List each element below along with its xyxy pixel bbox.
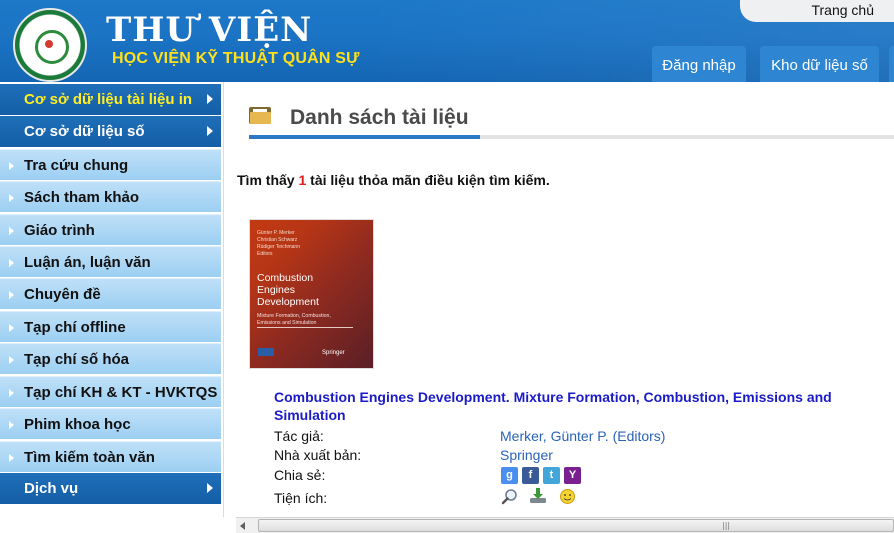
smiley-icon[interactable] bbox=[559, 488, 576, 505]
sidebar-item-tap-chi-so-hoa[interactable]: Tạp chí số hóa bbox=[0, 343, 221, 374]
sidebar-bottom-space bbox=[0, 517, 235, 533]
book-cover-image[interactable]: Günter P. Merker Christian Schwarz Rüdig… bbox=[249, 219, 374, 369]
cover-rule bbox=[257, 327, 353, 328]
sidebar-nav: Cơ sở dữ liệu tài liệu in Cơ sở dữ liệu s… bbox=[0, 82, 221, 533]
sidebar-item-label: Cơ sở dữ liệu số bbox=[24, 123, 145, 140]
sidebar-item-label: Cơ sở dữ liệu tài liệu in bbox=[24, 91, 193, 108]
scrollbar-grip-icon: ||| bbox=[722, 521, 731, 530]
bullet-arrow-icon bbox=[9, 421, 14, 429]
search-result-summary: Tìm thấy 1 tài liệu thỏa mãn điều kiện t… bbox=[237, 172, 550, 188]
academy-logo[interactable] bbox=[13, 8, 87, 82]
sidebar-item-label: Chuyên đề bbox=[24, 286, 101, 303]
sidebar-item-giao-trinh[interactable]: Giáo trình bbox=[0, 214, 221, 245]
folder-icon bbox=[249, 107, 271, 124]
bullet-arrow-icon bbox=[9, 162, 14, 170]
chevron-right-icon bbox=[207, 94, 213, 104]
sidebar-item-tra-cuu-chung[interactable]: Tra cứu chung bbox=[0, 149, 221, 180]
publisher-label: Nhà xuất bản: bbox=[274, 447, 362, 463]
sidebar-item-phim-khoa-hoc[interactable]: Phim khoa học bbox=[0, 408, 221, 439]
zoom-icon[interactable] bbox=[501, 488, 519, 506]
sidebar-item-tap-chi-kh-kt-hvktqs[interactable]: Tạp chí KH & KT - HVKTQS bbox=[0, 376, 221, 407]
chevron-right-icon bbox=[207, 126, 213, 136]
bullet-arrow-icon bbox=[9, 259, 14, 267]
library-title: THƯ VIỆN bbox=[106, 10, 313, 50]
chevron-right-icon bbox=[207, 483, 213, 493]
academy-name: HỌC VIỆN KỸ THUẬT QUÂN SỰ bbox=[112, 50, 360, 67]
sidebar-item-chuyen-de[interactable]: Chuyên đề bbox=[0, 278, 221, 309]
logo-emblem-icon bbox=[35, 30, 69, 64]
login-button[interactable]: Đăng nhập bbox=[652, 46, 746, 82]
logo-dot-icon bbox=[45, 40, 53, 48]
sidebar-item-tim-kiem-toan-van[interactable]: Tìm kiếm toàn văn bbox=[0, 441, 221, 472]
home-link[interactable]: Trang chủ bbox=[740, 0, 894, 22]
bullet-arrow-icon bbox=[9, 291, 14, 299]
bullet-arrow-icon bbox=[9, 389, 14, 397]
section-divider-accent bbox=[249, 135, 480, 139]
cover-subtitle: Mixture Formation, Combustion, Emissions… bbox=[257, 313, 331, 326]
main-content: Danh sách tài liệu Tìm thấy 1 tài liệu t… bbox=[233, 82, 894, 517]
sidebar-item-label: Tra cứu chung bbox=[24, 157, 129, 174]
scroll-left-arrow-icon[interactable] bbox=[240, 522, 245, 530]
bullet-arrow-icon bbox=[9, 454, 14, 462]
sidebar-item-label: Tìm kiếm toàn văn bbox=[24, 449, 155, 466]
author-link[interactable]: Merker, Günter P. (Editors) bbox=[500, 428, 665, 444]
sidebar-item-label: Phim khoa học bbox=[24, 416, 131, 433]
sidebar-item-tap-chi-offline[interactable]: Tạp chí offline bbox=[0, 311, 221, 342]
cover-series-logo-icon bbox=[258, 348, 274, 356]
sidebar-item-label: Sách tham khảo bbox=[24, 189, 140, 206]
sidebar-item-label: Tạp chí offline bbox=[24, 319, 126, 336]
sidebar-item-sach-tham-khao[interactable]: Sách tham khảo bbox=[0, 181, 221, 212]
digital-repository-button[interactable]: Kho dữ liệu số bbox=[760, 46, 879, 82]
bullet-arrow-icon bbox=[9, 227, 14, 235]
result-suffix: tài liệu thỏa mãn điều kiện tìm kiếm. bbox=[306, 172, 550, 188]
page-root: THƯ VIỆN HỌC VIỆN KỸ THUẬT QUÂN SỰ Trang… bbox=[0, 0, 894, 533]
sidebar-item-label: Dịch vụ bbox=[24, 480, 79, 497]
scrollbar-thumb[interactable] bbox=[258, 519, 894, 532]
cover-authors: Günter P. Merker Christian Schwarz Rüdig… bbox=[257, 230, 300, 257]
author-label: Tác giả: bbox=[274, 428, 324, 444]
sidebar-divider bbox=[221, 82, 233, 533]
sidebar-item-label: Giáo trình bbox=[24, 222, 95, 239]
sidebar-item-label: Tạp chí KH & KT - HVKTQS bbox=[24, 384, 218, 401]
publisher-link[interactable]: Springer bbox=[500, 447, 553, 463]
yahoo-share-icon[interactable]: Y bbox=[564, 467, 581, 484]
section-title: Danh sách tài liệu bbox=[290, 106, 469, 129]
sidebar-item-dich-vu[interactable]: Dịch vụ bbox=[0, 473, 221, 504]
sidebar-item-co-so-du-lieu-so[interactable]: Cơ sở dữ liệu số bbox=[0, 116, 221, 147]
facebook-share-icon[interactable]: f bbox=[522, 467, 539, 484]
cover-publisher-logo: Springer bbox=[322, 350, 345, 356]
sidebar-item-label: Tạp chí số hóa bbox=[24, 351, 130, 368]
horizontal-scrollbar[interactable]: ||| bbox=[236, 517, 894, 533]
sidebar-item-label: Luận án, luận văn bbox=[24, 254, 151, 271]
google-share-icon[interactable]: g bbox=[501, 467, 518, 484]
sidebar-item-luan-an-luan-van[interactable]: Luận án, luận văn bbox=[0, 246, 221, 277]
share-label: Chia sẻ: bbox=[274, 467, 326, 483]
download-icon[interactable] bbox=[529, 487, 547, 505]
site-header: THƯ VIỆN HỌC VIỆN KỸ THUẬT QUÂN SỰ Trang… bbox=[0, 0, 894, 82]
home-link-label: Trang chủ bbox=[811, 2, 874, 18]
bullet-arrow-icon bbox=[9, 194, 14, 202]
twitter-share-icon[interactable]: t bbox=[543, 467, 560, 484]
sidebar-item-co-so-du-lieu-tai-lieu-in[interactable]: Cơ sở dữ liệu tài liệu in bbox=[0, 84, 221, 115]
header-extra-button[interactable] bbox=[889, 46, 894, 82]
bullet-arrow-icon bbox=[9, 356, 14, 364]
cover-title: Combustion Engines Development bbox=[257, 272, 319, 308]
tools-label: Tiện ích: bbox=[274, 490, 328, 506]
result-prefix: Tìm thấy bbox=[237, 172, 299, 188]
book-title-link[interactable]: Combustion Engines Development. Mixture … bbox=[274, 388, 874, 424]
bullet-arrow-icon bbox=[9, 324, 14, 332]
